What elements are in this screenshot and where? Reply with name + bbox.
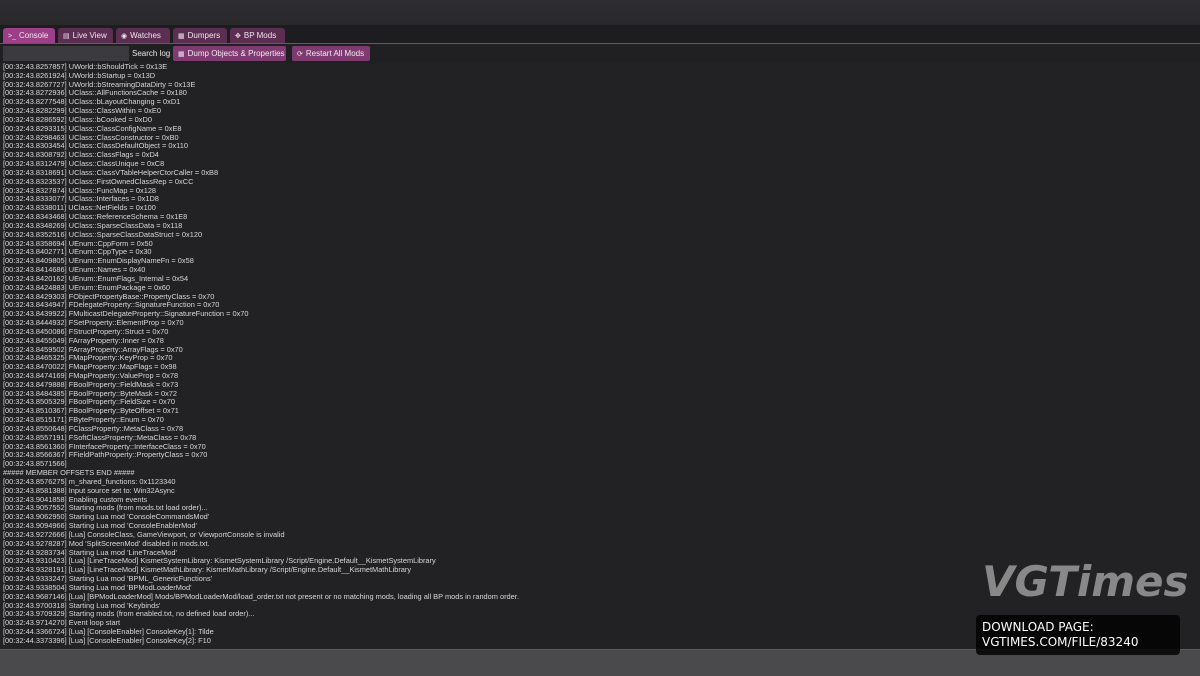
log-line: [00:32:43.8272936] UClass::AllFunctionsC…	[3, 88, 187, 98]
tab-watches[interactable]: ◉ Watches	[116, 28, 170, 43]
dump-objects-button[interactable]: ▦ Dump Objects & Properties	[173, 46, 286, 61]
tab-label: BP Mods	[243, 31, 277, 40]
log-line: [00:32:43.8420162] UEnum::EnumFlags_Inte…	[3, 273, 189, 283]
log-line: [00:32:43.8277548] UClass::bLayoutChangi…	[3, 97, 181, 107]
database-icon: ▦	[178, 33, 185, 40]
log-line: [00:32:43.8566367] FFieldPathProperty::P…	[3, 450, 208, 460]
eye-icon: ◉	[121, 33, 128, 40]
refresh-icon: ⟳	[297, 51, 303, 58]
search-log-label: Search log	[132, 49, 171, 58]
tab-bar: >_ Console ▤ Live View ◉ Watches ▦ Dumpers ✥…	[0, 25, 1200, 44]
log-line: [00:32:43.8409805] UEnum::EnumDisplayNam…	[3, 256, 194, 266]
log-line: [00:32:43.8581388] Input source set to: …	[3, 485, 175, 495]
log-line: [00:32:43.8484385] FBoolProperty::ByteMa…	[3, 388, 177, 398]
log-line: [00:32:43.8327874] UClass::FuncMap = 0x1…	[3, 185, 157, 195]
log-line: [00:32:43.8465325] FMapProperty::KeyProp…	[3, 353, 173, 363]
log-line: [00:32:43.8474169] FMapProperty::ValuePr…	[3, 370, 179, 380]
log-line: [00:32:43.8459502] FArrayProperty::Array…	[3, 344, 183, 354]
log-line: [00:32:43.8479888] FBoolProperty::FieldM…	[3, 379, 179, 389]
database-icon: ▦	[178, 51, 185, 58]
log-line: [00:32:43.8505329] FBoolProperty::FieldS…	[3, 397, 175, 407]
window-title-bar	[0, 0, 1200, 25]
document-icon: ▤	[63, 33, 70, 40]
log-line: [00:32:43.8576275] m_shared_functions: 0…	[3, 476, 176, 486]
log-line: [00:32:43.8510367] FBoolProperty::ByteOf…	[3, 406, 179, 416]
puzzle-icon: ✥	[235, 33, 241, 40]
tab-console[interactable]: >_ Console	[3, 28, 55, 43]
log-line: [00:32:43.8470022] FMapProperty::MapFlag…	[3, 362, 177, 372]
log-line: [00:32:43.8303454] UClass::ClassDefaultO…	[3, 141, 188, 151]
log-line: [00:32:43.8358694] UEnum::CppForm = 0x50	[3, 238, 153, 248]
button-label: Dump Objects & Properties	[187, 49, 285, 58]
download-page-box: DOWNLOAD PAGE: VGTIMES.COM/FILE/83240	[976, 615, 1180, 655]
log-line: [00:32:43.8352516] UClass::SparseClassDa…	[3, 229, 203, 239]
tab-label: Dumpers	[187, 31, 221, 40]
tab-live-view[interactable]: ▤ Live View	[58, 28, 113, 43]
log-line: [00:32:43.8293315] UClass::ClassConfigNa…	[3, 123, 182, 133]
terminal-icon: >_	[8, 33, 16, 40]
log-line: [00:32:43.8444932] FSetProperty::Element…	[3, 318, 184, 328]
log-line: [00:32:43.8257857] UWorld::bShouldTick =…	[3, 63, 168, 71]
log-line: [00:32:43.8571566]	[3, 459, 67, 469]
tab-label: Watches	[130, 31, 161, 40]
log-line: [00:32:43.9278287] Mod 'SplitScreenMod' …	[3, 538, 210, 548]
tab-bp-mods[interactable]: ✥ BP Mods	[230, 28, 285, 43]
restart-all-mods-button[interactable]: ⟳ Restart All Mods	[292, 46, 370, 61]
log-line: [00:32:43.8333077] UClass::Interfaces = …	[3, 194, 159, 204]
log-line: [00:32:43.8450086] FStructProperty::Stru…	[3, 326, 169, 336]
log-toolbar: Search log ▦ Dump Objects & Properties ⟳ R…	[0, 44, 1200, 63]
download-page-url: VGTIMES.COM/FILE/83240	[982, 635, 1139, 649]
log-line: [00:32:43.8308792] UClass::ClassFlags = …	[3, 150, 159, 160]
tab-dumpers[interactable]: ▦ Dumpers	[173, 28, 227, 43]
log-line: [00:32:43.8323537] UClass::FirstOwnedCla…	[3, 176, 194, 186]
tab-label: Console	[18, 31, 49, 40]
download-page-label: DOWNLOAD PAGE:	[982, 620, 1094, 634]
button-label: Restart All Mods	[305, 49, 365, 58]
log-line: ##### MEMBER OFFSETS END #####	[3, 468, 135, 478]
tab-label: Live View	[72, 31, 107, 40]
vgtimes-logo: VGTimes	[982, 557, 1189, 606]
search-log-input[interactable]	[3, 46, 129, 61]
log-line: [00:32:43.8282299] UClass::ClassWithin =…	[3, 106, 161, 116]
